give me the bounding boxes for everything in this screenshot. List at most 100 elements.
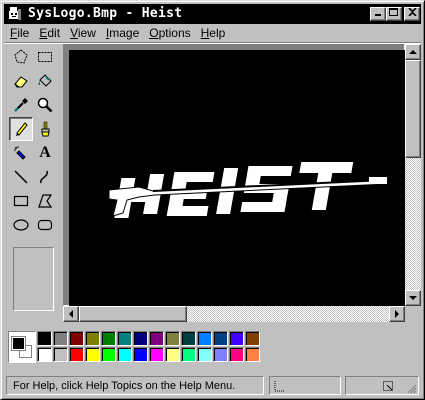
palette-swatch[interactable]: [85, 331, 100, 346]
menu-image[interactable]: Image: [100, 24, 143, 42]
palette-swatch[interactable]: [245, 331, 260, 346]
scroll-left-button[interactable]: [63, 306, 79, 322]
curve-icon: [40, 170, 48, 184]
pencil-tool[interactable]: [9, 117, 33, 141]
menu-file[interactable]: File: [4, 24, 33, 42]
right-arrow-icon: [394, 310, 399, 318]
tool-options-box[interactable]: [13, 247, 54, 311]
maximize-icon: [389, 8, 398, 16]
palette-swatch[interactable]: [101, 347, 116, 362]
select-tool[interactable]: [33, 45, 57, 69]
menu-bar: File Edit View Image Options Help: [4, 24, 421, 42]
status-bar: For Help, click Help Topics on the Help …: [4, 374, 421, 396]
menu-view[interactable]: View: [64, 24, 100, 42]
image-canvas[interactable]: [69, 50, 406, 307]
horizontal-scrollbar[interactable]: [63, 306, 405, 322]
magnifier-tool[interactable]: [33, 93, 57, 117]
palette-swatch[interactable]: [213, 331, 228, 346]
close-button[interactable]: [404, 7, 420, 21]
palette-swatch[interactable]: [117, 347, 132, 362]
cursor-position-icon: [274, 381, 285, 392]
line-tool[interactable]: [9, 165, 33, 189]
paint-app-icon[interactable]: [7, 6, 23, 22]
palette-swatch[interactable]: [37, 347, 52, 362]
menu-help[interactable]: Help: [195, 24, 230, 42]
scroll-up-button[interactable]: [405, 44, 421, 60]
title-bar[interactable]: SysLogo.Bmp - Heist: [4, 4, 421, 24]
palette-swatch[interactable]: [229, 331, 244, 346]
maximize-button[interactable]: [386, 7, 402, 21]
palette-swatch[interactable]: [213, 347, 228, 362]
free-form-select-icon: [14, 49, 28, 64]
palette-swatch[interactable]: [37, 331, 52, 346]
rounded-rectangle-icon: [37, 219, 53, 231]
brush-tool[interactable]: [33, 117, 57, 141]
palette-swatch[interactable]: [133, 331, 148, 346]
palette-swatch[interactable]: [149, 331, 164, 346]
palette-swatch[interactable]: [165, 347, 180, 362]
cursor-position-pane: [269, 376, 341, 395]
color-box: [4, 326, 421, 370]
canvas-workspace: [63, 44, 406, 307]
rectangle-icon: [13, 195, 29, 207]
line-icon: [14, 170, 28, 184]
pick-color-tool[interactable]: [9, 93, 33, 117]
horizontal-scroll-thumb[interactable]: [79, 306, 187, 322]
ellipse-icon: [13, 219, 29, 231]
palette-swatch[interactable]: [69, 347, 84, 362]
minimize-icon: [375, 14, 381, 16]
eraser-icon: [14, 76, 28, 88]
brush-icon: [41, 121, 50, 137]
foreground-color-swatch: [12, 337, 25, 350]
up-arrow-icon: [409, 49, 417, 54]
palette-swatch[interactable]: [197, 347, 212, 362]
polygon-icon: [38, 194, 53, 208]
palette-swatch[interactable]: [245, 347, 260, 362]
magnifier-icon: [37, 97, 53, 113]
free-form-select-tool[interactable]: [9, 45, 33, 69]
palette-swatch[interactable]: [181, 347, 196, 362]
menu-edit[interactable]: Edit: [33, 24, 64, 42]
palette-swatch[interactable]: [229, 347, 244, 362]
text-tool[interactable]: A: [33, 141, 57, 165]
curve-tool[interactable]: [33, 165, 57, 189]
current-colors[interactable]: [8, 331, 36, 363]
selection-size-pane: [345, 376, 419, 395]
vertical-scrollbar[interactable]: [405, 44, 421, 306]
scroll-down-button[interactable]: [405, 290, 421, 306]
minimize-button[interactable]: [370, 7, 386, 21]
resize-grip-icon[interactable]: [405, 382, 417, 394]
fill-with-color-icon: [38, 74, 52, 87]
palette-swatch[interactable]: [69, 331, 84, 346]
palette-swatch[interactable]: [149, 347, 164, 362]
palette-swatch[interactable]: [165, 331, 180, 346]
paint-window: SysLogo.Bmp - Heist File Edit View Image…: [0, 0, 425, 400]
scroll-corner: [405, 306, 421, 322]
palette-swatch[interactable]: [133, 347, 148, 362]
scroll-right-button[interactable]: [389, 306, 405, 322]
polygon-tool[interactable]: [33, 189, 57, 213]
rectangle-tool[interactable]: [9, 189, 33, 213]
selection-size-icon: [383, 381, 393, 391]
airbrush-icon: [14, 146, 26, 160]
pick-color-icon: [14, 98, 28, 112]
palette-swatch[interactable]: [181, 331, 196, 346]
palette-swatch[interactable]: [53, 347, 68, 362]
palette-swatch[interactable]: [53, 331, 68, 346]
fill-with-color-tool[interactable]: [33, 69, 57, 93]
airbrush-tool[interactable]: [9, 141, 33, 165]
vertical-scroll-thumb[interactable]: [405, 60, 421, 158]
heist-logo: [108, 162, 388, 218]
eraser-tool[interactable]: [9, 69, 33, 93]
palette-swatch[interactable]: [197, 331, 212, 346]
menu-options[interactable]: Options: [143, 24, 194, 42]
close-icon: [407, 8, 417, 16]
palette-swatch[interactable]: [85, 347, 100, 362]
rounded-rectangle-tool[interactable]: [33, 213, 57, 237]
window-title: SysLogo.Bmp - Heist: [28, 6, 183, 21]
palette-swatch[interactable]: [101, 331, 116, 346]
status-help-text: For Help, click Help Topics on the Help …: [6, 376, 264, 395]
ellipse-tool[interactable]: [9, 213, 33, 237]
pencil-icon: [16, 122, 28, 136]
palette-swatch[interactable]: [117, 331, 132, 346]
